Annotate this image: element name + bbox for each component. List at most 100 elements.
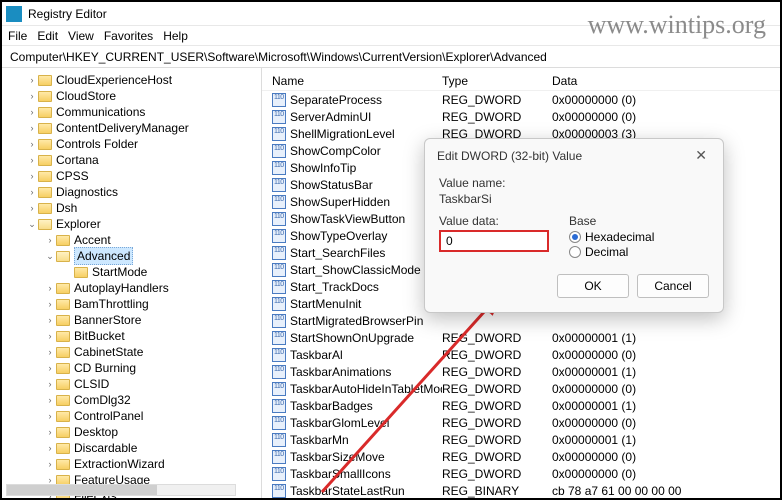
chevron-icon[interactable]: › [44,456,56,472]
list-item[interactable]: SeparateProcess REG_DWORD 0x00000000 (0) [272,91,780,108]
list-item[interactable]: TaskbarAnimations REG_DWORD 0x00000001 (… [272,363,780,380]
chevron-icon[interactable]: › [44,424,56,440]
tree-node[interactable]: ⌄ Explorer [26,216,261,232]
chevron-icon[interactable]: › [26,152,38,168]
chevron-icon[interactable]: › [44,344,56,360]
tree-node[interactable]: › Desktop [44,424,261,440]
list-item[interactable]: TaskbarAutoHideInTabletMode REG_DWORD 0x… [272,380,780,397]
tree-label: CLSID [74,376,109,392]
dialog-title: Edit DWORD (32-bit) Value [437,149,582,163]
chevron-icon[interactable]: › [44,280,56,296]
tree-node[interactable]: › BannerStore [44,312,261,328]
value-data-field[interactable] [439,230,549,252]
tree-node[interactable]: › CPSS [26,168,261,184]
list-item[interactable]: TaskbarStateLastRun REG_BINARY cb 78 a7 … [272,482,780,498]
menu-edit[interactable]: Edit [37,29,58,43]
chevron-icon[interactable]: ⌄ [26,216,38,232]
chevron-icon[interactable]: › [26,168,38,184]
value-data: 0x00000000 (0) [552,110,780,124]
chevron-icon[interactable]: › [26,184,38,200]
chevron-icon[interactable]: › [26,200,38,216]
chevron-icon[interactable]: › [44,376,56,392]
value-type: REG_DWORD [442,467,552,481]
menu-help[interactable]: Help [163,29,188,43]
chevron-icon[interactable]: › [44,440,56,456]
cancel-button[interactable]: Cancel [637,274,709,298]
list-item[interactable]: TaskbarBadges REG_DWORD 0x00000001 (1) [272,397,780,414]
tree-node[interactable]: › ContentDeliveryManager [26,120,261,136]
tree-node[interactable]: › Dsh [26,200,261,216]
tree-node[interactable]: › BamThrottling [44,296,261,312]
col-data[interactable]: Data [552,74,772,88]
reg-dword-icon [272,365,286,379]
tree-node[interactable]: › CabinetState [44,344,261,360]
chevron-icon[interactable]: › [26,72,38,88]
tree-node[interactable]: › Diagnostics [26,184,261,200]
tree-label: BitBucket [74,328,125,344]
menu-view[interactable]: View [68,29,94,43]
chevron-icon[interactable]: › [44,312,56,328]
tree-node[interactable]: › ComDlg32 [44,392,261,408]
close-icon[interactable]: ✕ [691,147,711,164]
ok-button[interactable]: OK [557,274,629,298]
address-input[interactable] [8,49,774,65]
tree-node[interactable]: › Accent [44,232,261,248]
list-item[interactable]: TaskbarAl REG_DWORD 0x00000000 (0) [272,346,780,363]
tree-node[interactable]: › Communications [26,104,261,120]
window-title: Registry Editor [28,7,107,21]
value-name: ShowStatusBar [290,178,373,192]
tree-node[interactable]: › BitBucket [44,328,261,344]
tree-node[interactable]: › ControlPanel [44,408,261,424]
list-item[interactable]: StartShownOnUpgrade REG_DWORD 0x00000001… [272,329,780,346]
col-type[interactable]: Type [442,74,552,88]
tree-node[interactable]: ⌄ Advanced [44,248,261,264]
tree-node[interactable]: StartMode [62,264,261,280]
chevron-icon[interactable]: › [44,328,56,344]
tree-node[interactable]: › CloudExperienceHost [26,72,261,88]
tree-node[interactable]: › ExtractionWizard [44,456,261,472]
chevron-icon[interactable]: › [44,392,56,408]
hex-label: Hexadecimal [585,230,654,244]
menu-file[interactable]: File [8,29,27,43]
list-item[interactable]: TaskbarSmallIcons REG_DWORD 0x00000000 (… [272,465,780,482]
chevron-icon[interactable]: ⌄ [44,248,56,264]
edit-dword-dialog: Edit DWORD (32-bit) Value ✕ Value name: … [424,138,724,313]
chevron-icon[interactable]: › [26,120,38,136]
tree-node[interactable]: › Cortana [26,152,261,168]
tree-node[interactable]: › CloudStore [26,88,261,104]
list-item[interactable]: TaskbarMn REG_DWORD 0x00000001 (1) [272,431,780,448]
list-item[interactable]: TaskbarSizeMove REG_DWORD 0x00000000 (0) [272,448,780,465]
chevron-icon[interactable]: › [26,88,38,104]
tree-node[interactable]: › Discardable [44,440,261,456]
value-data: 0x00000001 (1) [552,331,780,345]
col-name[interactable]: Name [272,74,442,88]
list-item[interactable]: ServerAdminUI REG_DWORD 0x00000000 (0) [272,108,780,125]
tree-panel[interactable]: › CloudExperienceHost › CloudStore › Com… [2,68,262,498]
chevron-icon[interactable]: › [44,232,56,248]
reg-dword-icon [272,484,286,498]
value-name: ShellMigrationLevel [290,127,395,141]
tree-scrollbar[interactable] [6,484,236,496]
radio-hexadecimal[interactable]: Hexadecimal [569,230,654,244]
tree-node[interactable]: › CLSID [44,376,261,392]
tree-node[interactable]: › CD Burning [44,360,261,376]
chevron-icon[interactable]: › [26,136,38,152]
list-item[interactable]: StartMigratedBrowserPin [272,312,780,329]
folder-icon [56,283,70,294]
chevron-icon[interactable]: › [26,104,38,120]
value-name-field[interactable] [439,192,709,206]
chevron-icon[interactable]: › [44,296,56,312]
tree-node[interactable]: › AutoplayHandlers [44,280,261,296]
chevron-icon[interactable]: › [44,408,56,424]
folder-icon [56,411,70,422]
value-name: TaskbarSmallIcons [290,467,391,481]
chevron-icon[interactable]: › [44,360,56,376]
list-item[interactable]: TaskbarGlomLevel REG_DWORD 0x00000000 (0… [272,414,780,431]
radio-decimal[interactable]: Decimal [569,245,654,259]
tree-node[interactable]: › Controls Folder [26,136,261,152]
value-type: REG_DWORD [442,399,552,413]
column-headers[interactable]: Name Type Data [262,68,780,91]
menu-favorites[interactable]: Favorites [104,29,153,43]
value-name: Start_SearchFiles [290,246,385,260]
reg-dword-icon [272,399,286,413]
